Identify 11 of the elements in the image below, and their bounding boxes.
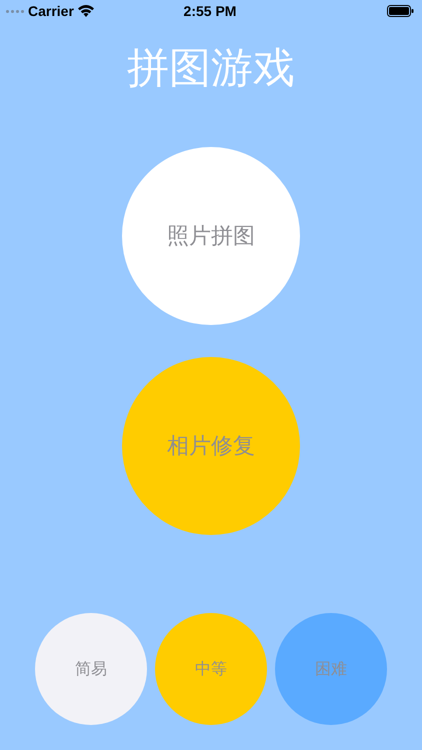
signal-icon	[6, 10, 24, 12]
mode-button[interactable]: 照片拼图	[122, 147, 300, 325]
app-title: 拼图游戏	[126, 42, 296, 94]
clock-time: 2:55 PM	[184, 3, 236, 19]
difficulty-button[interactable]: 困难	[275, 613, 387, 725]
wifi-icon	[78, 5, 94, 17]
battery-icon	[387, 5, 414, 17]
mode-button[interactable]: 相片修复	[122, 357, 300, 535]
difficulty-button[interactable]: 简易	[35, 613, 147, 725]
carrier-name: Carrier	[28, 3, 74, 19]
difficulty-button[interactable]: 中等	[155, 613, 267, 725]
